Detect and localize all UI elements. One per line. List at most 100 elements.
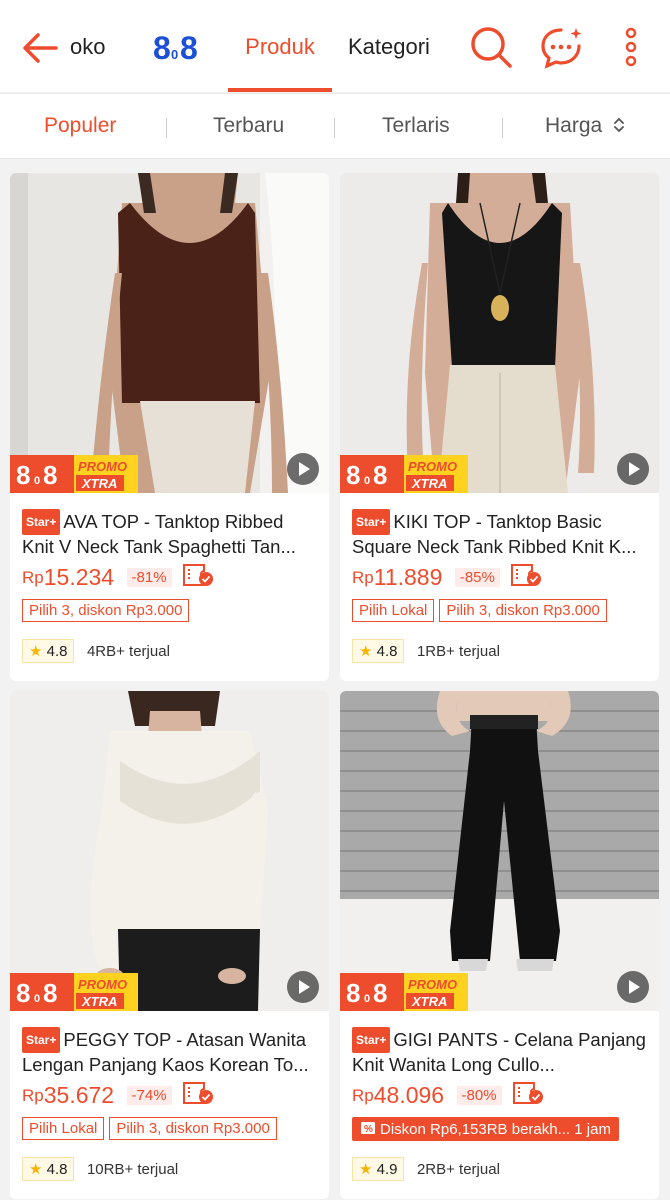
- voucher-chip[interactable]: Pilih 3, diskon Rp3.000: [109, 1117, 277, 1140]
- promo-xtra-badge: 8 0 8 PROMO XTRA: [340, 455, 468, 493]
- sort-harga-label: Harga: [545, 114, 603, 137]
- svg-text:XTRA: XTRA: [81, 476, 117, 491]
- divider: [502, 118, 503, 138]
- rating-value: 4.8: [46, 1161, 68, 1178]
- pilih-lokal-chip[interactable]: Pilih Lokal: [22, 1117, 105, 1140]
- rating-badge: ★ 4.8: [22, 1157, 75, 1181]
- product-title-text: PEGGY TOP - Atasan Wanita Lengan Panjang…: [22, 1029, 309, 1075]
- star-icon: ★: [29, 1161, 43, 1178]
- price-row: Rp48.096 -80%: [352, 1081, 652, 1111]
- rating-badge: ★ 4.8: [22, 639, 75, 663]
- sort-terlaris[interactable]: Terlaris: [382, 114, 450, 138]
- svg-text:PROMO: PROMO: [408, 977, 457, 992]
- svg-text:PROMO: PROMO: [408, 459, 457, 474]
- play-video-icon[interactable]: [617, 971, 649, 1003]
- discount-badge: -81%: [126, 568, 172, 587]
- rating-row: ★ 4.9 2RB+ terjual: [352, 1157, 500, 1183]
- product-card[interactable]: 8 0 8 PROMO XTRA Star+ PEGGY TOP - Atasan…: [10, 691, 329, 1199]
- flash-deal-chip[interactable]: % Diskon Rp6,153RB berakh... 1 jam: [352, 1117, 619, 1141]
- rating-badge: ★ 4.9: [352, 1157, 405, 1181]
- product-image[interactable]: [340, 173, 659, 493]
- chat-icon[interactable]: [538, 24, 584, 70]
- price: 11.889: [373, 564, 443, 590]
- voucher-chip[interactable]: Pilih 3, diskon Rp3.000: [22, 599, 190, 622]
- cod-icon: [511, 564, 542, 586]
- play-video-icon[interactable]: [617, 453, 649, 485]
- sort-terbaru[interactable]: Terbaru: [213, 114, 284, 138]
- rating-row: ★ 4.8 4RB+ terjual: [22, 639, 170, 665]
- product-title: Star+ AVA TOP - Tanktop Ribbed Knit V Nec…: [22, 509, 318, 557]
- product-image[interactable]: [10, 173, 329, 493]
- play-video-icon[interactable]: [287, 971, 319, 1003]
- promo-xtra-badge: 8 0 8 PROMO XTRA: [10, 455, 138, 493]
- play-video-icon[interactable]: [287, 453, 319, 485]
- svg-text:8: 8: [180, 30, 198, 64]
- sort-harga[interactable]: Harga: [545, 114, 626, 138]
- star-plus-badge: Star+: [352, 1027, 391, 1053]
- rating-row: ★ 4.8 10RB+ terjual: [22, 1157, 178, 1183]
- product-title: Star+ PEGGY TOP - Atasan Wanita Lengan Pa…: [22, 1027, 318, 1075]
- cod-icon: [513, 1082, 544, 1104]
- svg-text:0: 0: [34, 475, 40, 487]
- shop-name[interactable]: oko: [70, 34, 105, 60]
- voucher-chip[interactable]: Pilih 3, diskon Rp3.000: [439, 599, 607, 622]
- svg-text:0: 0: [34, 993, 40, 1005]
- promo-chips: % Diskon Rp6,153RB berakh... 1 jam: [352, 1117, 652, 1145]
- discount-tag-icon: %: [361, 1122, 375, 1135]
- star-icon: ★: [359, 643, 373, 660]
- currency: Rp: [22, 568, 44, 587]
- currency: Rp: [352, 568, 374, 587]
- rating-badge: ★ 4.8: [352, 639, 405, 663]
- sort-bar: Populer Terbaru Terlaris Harga: [0, 93, 670, 159]
- promo-chips: Pilih 3, diskon Rp3.000: [22, 599, 322, 627]
- svg-text:XTRA: XTRA: [81, 994, 117, 1009]
- divider: [334, 118, 335, 138]
- price: 35.672: [43, 1082, 115, 1108]
- product-card[interactable]: 8 0 8 PROMO XTRA Star+ GIGI PANTS - Celan…: [340, 691, 659, 1199]
- search-icon[interactable]: [468, 24, 514, 70]
- promo-chips: Pilih Lokal Pilih 3, diskon Rp3.000: [352, 599, 652, 627]
- active-tab-indicator: [228, 88, 332, 92]
- svg-text:8: 8: [346, 460, 360, 490]
- sold-count: 10RB+ terjual: [86, 1161, 179, 1178]
- svg-text:8: 8: [153, 30, 171, 64]
- svg-text:8: 8: [373, 978, 387, 1008]
- product-title-text: GIGI PANTS - Celana Panjang Knit Wanita …: [352, 1029, 646, 1075]
- star-icon: ★: [29, 643, 43, 660]
- svg-text:0: 0: [171, 47, 178, 62]
- product-title-text: AVA TOP - Tanktop Ribbed Knit V Neck Tan…: [22, 511, 296, 557]
- tab-produk[interactable]: Produk: [228, 34, 332, 60]
- product-card[interactable]: 8 0 8 PROMO XTRA Star+ AVA TOP - Tanktop …: [10, 173, 329, 681]
- price-row: Rp11.889 -85%: [352, 563, 652, 593]
- top-bar: oko 8 0 8 Produk Kategori: [0, 0, 670, 92]
- price-row: Rp15.234 -81%: [22, 563, 322, 593]
- sort-populer[interactable]: Populer: [44, 114, 116, 138]
- back-arrow-icon[interactable]: [18, 26, 62, 70]
- svg-text:8: 8: [16, 978, 30, 1008]
- discount-badge: -74%: [126, 1086, 172, 1105]
- svg-text:PROMO: PROMO: [78, 977, 127, 992]
- svg-text:0: 0: [364, 993, 370, 1005]
- svg-text:0: 0: [364, 475, 370, 487]
- sort-chevron-icon: [614, 117, 624, 133]
- svg-text:XTRA: XTRA: [411, 994, 447, 1009]
- pilih-lokal-chip[interactable]: Pilih Lokal: [352, 599, 435, 622]
- tab-kategori[interactable]: Kategori: [348, 34, 430, 60]
- price: 15.234: [43, 564, 115, 590]
- promo-xtra-badge: 8 0 8 PROMO XTRA: [10, 973, 138, 1011]
- sold-count: 4RB+ terjual: [86, 643, 170, 660]
- 8-8-logo: 8 0 8: [153, 30, 198, 64]
- divider: [166, 118, 167, 138]
- product-title: Star+ KIKI TOP - Tanktop Basic Square Nec…: [352, 509, 648, 557]
- more-options-icon[interactable]: [614, 24, 648, 70]
- promo-xtra-badge: 8 0 8 PROMO XTRA: [340, 973, 468, 1011]
- product-image[interactable]: [340, 691, 659, 1011]
- sold-count: 1RB+ terjual: [416, 643, 500, 660]
- svg-text:8: 8: [43, 460, 57, 490]
- sold-count: 2RB+ terjual: [416, 1161, 500, 1178]
- promo-chips: Pilih Lokal Pilih 3, diskon Rp3.000: [22, 1117, 322, 1145]
- svg-text:PROMO: PROMO: [78, 459, 127, 474]
- currency: Rp: [352, 1086, 374, 1105]
- product-card[interactable]: 8 0 8 PROMO XTRA Star+ KIKI TOP - Tanktop…: [340, 173, 659, 681]
- product-image[interactable]: [10, 691, 329, 1011]
